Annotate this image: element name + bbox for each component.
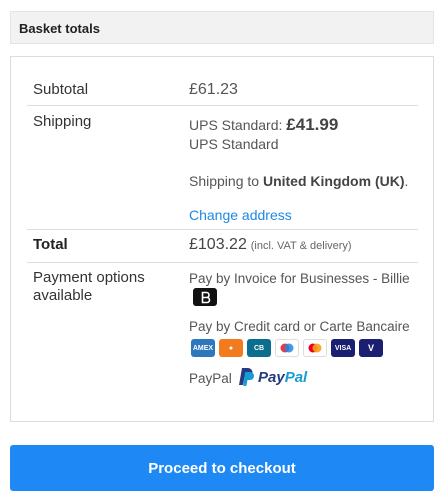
- shipping-method-price: £41.99: [286, 115, 339, 134]
- paypal-wordmark: PayPal: [258, 368, 308, 386]
- basket-totals-header: Basket totals: [10, 11, 434, 44]
- payment-method-billie[interactable]: Pay by Invoice for Businesses - Billie: [189, 271, 410, 286]
- ship-to-country: United Kingdom (UK): [262, 173, 405, 189]
- visa-icon: VISA: [331, 339, 355, 357]
- total-value: £103.22: [189, 236, 247, 253]
- ship-to-prefix: Shipping to: [189, 173, 260, 189]
- card-icons: AMEX ● CB VISA V: [191, 339, 383, 357]
- shipping-label: Shipping: [33, 113, 92, 130]
- shipping-method-prefix: UPS Standard:: [189, 117, 283, 133]
- shipping-destination: Shipping to United Kingdom (UK).: [189, 172, 408, 190]
- proceed-to-checkout-button[interactable]: Proceed to checkout: [10, 445, 434, 491]
- paypal-logo: PayPal: [239, 367, 307, 387]
- mastercard-icon: [303, 339, 327, 357]
- payment-method-credit-card[interactable]: Pay by Credit card or Carte Bancaire: [189, 319, 410, 334]
- total-amount: £103.22 (incl. VAT & delivery): [189, 235, 352, 255]
- payment-options-row: Payment options available Pay by Invoice…: [27, 263, 418, 413]
- subtotal-row: Subtotal £61.23: [27, 69, 418, 106]
- paypal-icon: [239, 368, 254, 386]
- v-pay-icon: V: [359, 339, 383, 357]
- total-row: Total £103.22 (incl. VAT & delivery): [27, 230, 418, 263]
- shipping-method: UPS Standard: £41.99: [189, 116, 338, 134]
- cartes-bancaires-icon: CB: [247, 339, 271, 357]
- subtotal-value: £61.23: [189, 81, 238, 98]
- subtotal-label: Subtotal: [33, 81, 89, 98]
- shipping-method-name: UPS Standard: [189, 136, 279, 152]
- total-label: Total: [33, 236, 68, 253]
- basket-totals-card: Subtotal £61.23 Shipping UPS Standard: £…: [10, 56, 434, 422]
- total-note: (incl. VAT & delivery): [250, 240, 352, 252]
- billie-icon: [193, 288, 217, 306]
- amex-icon: AMEX: [191, 339, 215, 357]
- shipping-row: Shipping UPS Standard: £41.99 UPS Standa…: [27, 106, 418, 230]
- basket-totals-title: Basket totals: [19, 21, 100, 36]
- ship-to-suffix: .: [404, 173, 409, 189]
- checkout-label: Proceed to checkout: [148, 459, 296, 477]
- maestro-icon: [275, 339, 299, 357]
- discover-icon: ●: [219, 339, 243, 357]
- payment-method-paypal[interactable]: PayPal: [189, 371, 232, 386]
- change-address-link[interactable]: Change address: [189, 206, 292, 224]
- payment-options-label: Payment options available: [33, 269, 145, 304]
